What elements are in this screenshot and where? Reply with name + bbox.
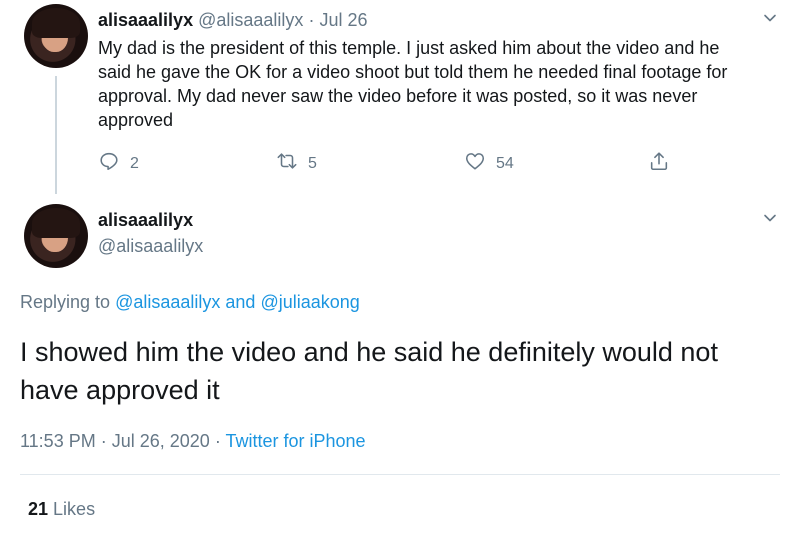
- tweet-meta: 11:53 PM · Jul 26, 2020 · Twitter for iP…: [20, 431, 366, 452]
- replying-prefix: Replying to: [20, 292, 111, 312]
- source-link[interactable]: Twitter for iPhone: [226, 431, 366, 451]
- tweet-date[interactable]: Jul 26: [319, 10, 367, 30]
- divider: [20, 474, 780, 475]
- share-icon: [648, 150, 670, 177]
- avatar[interactable]: [24, 204, 88, 268]
- retweet-button[interactable]: 5: [276, 150, 317, 177]
- handle[interactable]: @alisaaalilyx: [198, 10, 303, 30]
- tweet-text: I showed him the video and he said he de…: [20, 337, 718, 405]
- replying-to: Replying to @alisaaalilyx and @juliaakon…: [20, 292, 360, 313]
- reply-count: 2: [130, 154, 139, 172]
- replying-user-link[interactable]: @juliaakong: [260, 292, 359, 312]
- replying-user-link[interactable]: @alisaaalilyx: [115, 292, 220, 312]
- likes-count: 21: [28, 499, 49, 519]
- like-count: 54: [496, 154, 514, 172]
- display-name[interactable]: alisaaalilyx: [98, 210, 193, 231]
- replying-and[interactable]: and: [225, 292, 255, 312]
- reply-icon: [98, 150, 120, 177]
- likes-summary[interactable]: 21 Likes: [28, 499, 95, 520]
- thread-connector-line: [55, 76, 57, 194]
- reply-button[interactable]: 2: [98, 150, 139, 177]
- display-name[interactable]: alisaaalilyx: [98, 10, 193, 30]
- avatar[interactable]: [24, 4, 88, 68]
- meta-separator: ·: [214, 431, 221, 451]
- retweet-icon: [276, 150, 298, 177]
- like-button[interactable]: 54: [464, 150, 514, 177]
- tweet-actions: 2 5 54: [98, 150, 698, 176]
- timestamp[interactable]: 11:53 PM · Jul 26, 2020: [20, 431, 210, 451]
- separator: ·: [308, 10, 315, 30]
- tweet-text: My dad is the president of this temple. …: [98, 38, 728, 130]
- chevron-down-icon[interactable]: [762, 210, 778, 226]
- share-button[interactable]: [648, 150, 670, 177]
- retweet-count: 5: [308, 154, 317, 172]
- likes-label: Likes: [53, 499, 96, 519]
- handle[interactable]: @alisaaalilyx: [98, 236, 203, 257]
- chevron-down-icon[interactable]: [762, 10, 778, 26]
- tweet-header: alisaaalilyx @alisaaalilyx · Jul 26: [98, 10, 368, 31]
- like-icon: [464, 150, 486, 177]
